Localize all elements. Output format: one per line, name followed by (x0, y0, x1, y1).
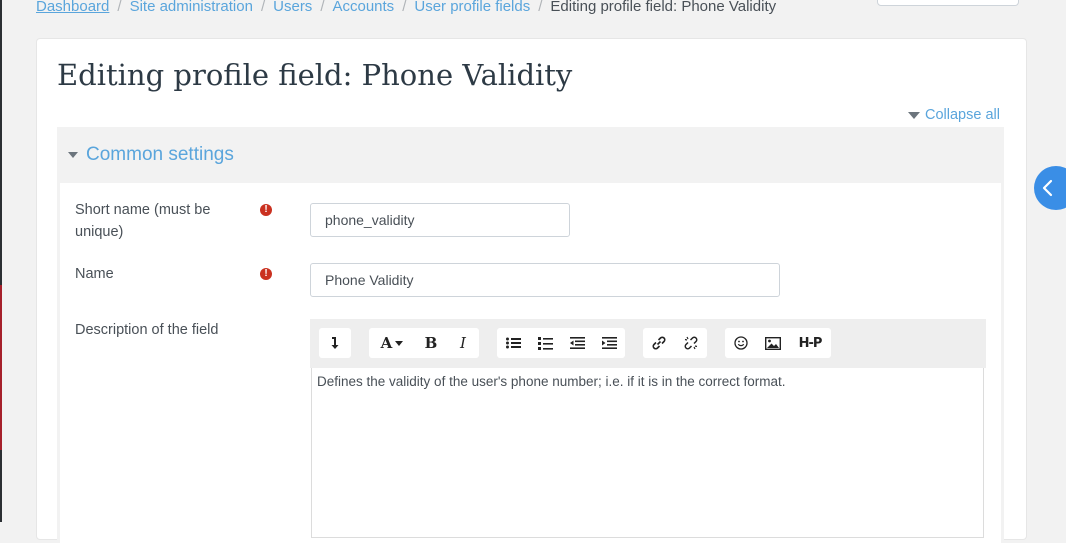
unlink-button[interactable] (675, 328, 707, 358)
italic-button[interactable]: I (447, 328, 479, 358)
shortname-input[interactable] (310, 203, 570, 237)
common-settings-toggle[interactable]: Common settings (68, 144, 234, 166)
h5p-icon: H-P (798, 335, 823, 351)
breadcrumb-separator: / (320, 0, 325, 15)
name-input[interactable] (310, 263, 780, 297)
collapse-all-link[interactable]: Collapse all (908, 107, 1000, 123)
link-icon (652, 336, 666, 350)
breadcrumb-separator: / (538, 0, 543, 15)
breadcrumb-dashboard[interactable]: Dashboard (36, 0, 109, 18)
chevron-left-icon (1042, 179, 1053, 197)
name-label: Name (75, 266, 114, 282)
image-icon (765, 336, 781, 350)
toolbar-group-style: A B I (369, 328, 479, 358)
description-label: Description of the field (75, 322, 219, 338)
breadcrumb-separator: / (260, 0, 266, 15)
left-window-accent (0, 285, 2, 450)
toolbar-group-media: H-P (725, 328, 831, 358)
bold-button[interactable]: B (415, 328, 447, 358)
ordered-list-icon (537, 336, 553, 350)
breadcrumb-user-profile-fields[interactable]: User profile fields (414, 0, 530, 18)
breadcrumb-separator: / (117, 0, 122, 15)
smiley-icon (734, 336, 748, 350)
description-text: Defines the validity of the user's phone… (317, 374, 786, 389)
indent-icon (601, 337, 617, 349)
toolbar-group-links (643, 328, 707, 358)
outdent-icon (569, 337, 585, 349)
breadcrumb: Dashboard / Site administration / Users … (36, 0, 776, 18)
font-color-icon: A (380, 334, 393, 352)
emoticon-button[interactable] (725, 328, 757, 358)
required-icon: ! (260, 268, 272, 280)
outdent-button[interactable] (561, 328, 593, 358)
unlink-icon (684, 336, 698, 350)
indent-button[interactable] (593, 328, 625, 358)
breadcrumb-separator: / (402, 0, 407, 15)
ordered-list-button[interactable] (529, 328, 561, 358)
link-button[interactable] (643, 328, 675, 358)
unordered-list-icon (505, 337, 521, 349)
caret-down-icon (908, 111, 920, 119)
editor-toolbar: A B I H-P (310, 319, 986, 368)
dropdown-caret-icon (395, 340, 404, 346)
required-icon: ! (260, 204, 272, 216)
breadcrumb-users[interactable]: Users (273, 0, 312, 18)
breadcrumb-current: Editing profile field: Phone Validity (550, 0, 777, 15)
image-button[interactable] (757, 328, 789, 358)
unordered-list-button[interactable] (497, 328, 529, 358)
page-header-button[interactable] (877, 0, 1019, 6)
toolbar-group-lists (497, 328, 625, 358)
font-color-button[interactable]: A (369, 328, 415, 358)
page-title: Editing profile field: Phone Validity (57, 58, 573, 92)
open-drawer-button[interactable] (1034, 166, 1066, 210)
breadcrumb-site-administration[interactable]: Site administration (130, 0, 253, 18)
shortname-label: Short name (must be unique) (75, 202, 211, 240)
description-editor[interactable]: Defines the validity of the user's phone… (311, 368, 984, 538)
toolbar-group-collapse (319, 328, 351, 358)
italic-icon: I (460, 334, 466, 352)
breadcrumb-accounts[interactable]: Accounts (332, 0, 394, 18)
show-more-buttons-button[interactable] (319, 328, 351, 358)
bold-icon: B (424, 334, 438, 352)
common-settings-legend: Common settings (86, 144, 234, 165)
caret-down-icon (68, 152, 78, 158)
h5p-button[interactable]: H-P (789, 328, 831, 358)
expand-toolbar-icon (331, 337, 339, 349)
collapse-all-label: Collapse all (925, 107, 1000, 123)
